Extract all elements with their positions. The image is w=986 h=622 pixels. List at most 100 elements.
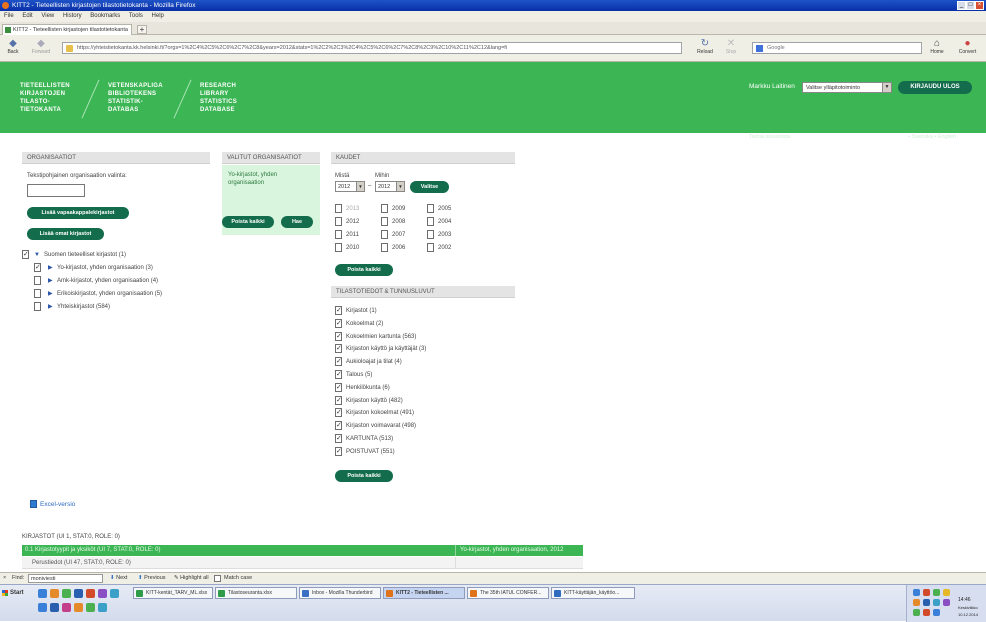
statistic-checkbox[interactable]: ✓	[335, 434, 342, 443]
remove-all-organisations-button[interactable]: Poista kaikki	[222, 216, 274, 228]
tray-icon[interactable]	[923, 599, 930, 606]
taskbar-window-button[interactable]: Inbox - Mozilla Thunderbird	[299, 587, 381, 599]
taskbar-window-button[interactable]: KITT-kentät_TARV_ML.xlsx	[133, 587, 213, 599]
brand-finnish[interactable]: TIETEELLISTEN KIRJASTOJEN TILASTO- TIETO…	[20, 82, 70, 114]
tray-icon[interactable]	[913, 589, 920, 596]
quicklaunch-icon[interactable]	[74, 603, 83, 612]
quicklaunch-icon[interactable]	[86, 589, 95, 598]
logout-button[interactable]: KIRJAUDU ULOS	[898, 81, 972, 94]
tree-item-checkbox[interactable]: ✓	[34, 263, 41, 272]
statistic-checkbox[interactable]: ✓	[335, 306, 342, 315]
tray-icon[interactable]	[923, 609, 930, 616]
reload-button[interactable]: ↻ Reload	[694, 38, 716, 58]
year-checkbox[interactable]	[427, 204, 434, 213]
quicklaunch-icon[interactable]	[62, 603, 71, 612]
back-button[interactable]: ◆ Back	[2, 38, 24, 58]
menu-help[interactable]: Help	[152, 13, 164, 19]
selected-organisation-item[interactable]: Yo-kirjastot, yhden organisaation	[228, 171, 288, 187]
tree-root-checkbox[interactable]: ✓	[22, 250, 29, 259]
quicklaunch-icon[interactable]	[38, 589, 47, 598]
find-previous-button[interactable]: ⬆ Previous	[138, 573, 166, 584]
highlight-all-button[interactable]: ✎ Highlight all	[174, 573, 209, 584]
menu-bookmarks[interactable]: Bookmarks	[90, 13, 120, 19]
search-button[interactable]: Hae	[281, 216, 313, 228]
match-case-checkbox[interactable]	[214, 575, 221, 582]
taskbar-window-button[interactable]: KITT-käyttäjän_käyttöo...	[551, 587, 635, 599]
year-checkbox[interactable]	[427, 230, 434, 239]
url-bar[interactable]: https://yhteistietokanta.kk.helsinki.fi/…	[62, 42, 682, 54]
year-checkbox[interactable]	[335, 230, 342, 239]
to-year-select[interactable]: 2012 ▼	[375, 181, 405, 192]
add-deposit-libraries-button[interactable]: Lisää vapaakappalekirjastot	[27, 207, 129, 219]
menu-history[interactable]: History	[63, 13, 82, 19]
statistic-checkbox[interactable]: ✓	[335, 357, 342, 367]
statistic-checkbox[interactable]: ✓	[335, 344, 342, 354]
organisation-filter-input[interactable]	[27, 184, 85, 197]
about-link[interactable]: Tietoa sivustosta	[749, 134, 790, 140]
lang-sv[interactable]: Svenska	[912, 134, 933, 140]
new-tab-button[interactable]: +	[137, 25, 147, 34]
lang-en[interactable]: English	[938, 134, 956, 140]
year-checkbox[interactable]	[381, 204, 388, 213]
quicklaunch-icon[interactable]	[62, 589, 71, 598]
quicklaunch-icon[interactable]	[86, 603, 95, 612]
select-period-button[interactable]: Valitse	[410, 181, 449, 193]
quicklaunch-icon[interactable]	[98, 603, 107, 612]
lang-fi[interactable]: Suomi	[890, 134, 907, 140]
tray-icon[interactable]	[933, 609, 940, 616]
statistic-checkbox[interactable]: ✓	[335, 421, 342, 431]
year-checkbox[interactable]	[335, 204, 342, 213]
stop-button[interactable]: ✕ Stop	[720, 38, 742, 58]
expand-right-icon[interactable]: ▶	[48, 303, 53, 311]
remove-all-statistics-button[interactable]: Poista kaikki	[335, 470, 393, 482]
taskbar-window-button[interactable]: KITT2 - Tieteellisten ...	[383, 587, 465, 599]
taskbar-window-button[interactable]: The 35th IATUL CONFER...	[467, 587, 549, 599]
year-checkbox[interactable]	[381, 217, 388, 226]
maximize-button[interactable]: □	[966, 1, 975, 10]
year-checkbox[interactable]	[381, 243, 388, 252]
tree-item-checkbox[interactable]	[34, 289, 41, 298]
excel-version-link[interactable]: Excel-versio	[40, 501, 75, 509]
home-button[interactable]: ⌂ Home	[926, 38, 948, 58]
find-input[interactable]: moniviesti	[28, 574, 103, 583]
year-checkbox[interactable]	[335, 217, 342, 226]
close-button[interactable]: ×	[975, 1, 984, 10]
tree-item-checkbox[interactable]	[34, 302, 41, 311]
browser-tab[interactable]: KITT2 - Tieteellisten kirjastojen tilast…	[2, 24, 132, 35]
tray-icon[interactable]	[943, 589, 950, 596]
quicklaunch-icon[interactable]	[38, 603, 47, 612]
menu-tools[interactable]: Tools	[129, 13, 143, 19]
quicklaunch-icon[interactable]	[98, 589, 107, 598]
expand-right-icon[interactable]: ▶	[48, 290, 53, 298]
find-next-button[interactable]: ⬇ Next	[110, 573, 127, 584]
year-checkbox[interactable]	[335, 243, 342, 252]
expand-right-icon[interactable]: ▶	[48, 277, 53, 285]
remove-all-periods-button[interactable]: Poista kaikki	[335, 264, 393, 276]
search-input[interactable]: Google	[752, 42, 922, 54]
statistic-checkbox[interactable]: ✓	[335, 395, 342, 405]
tray-icon[interactable]	[923, 589, 930, 596]
brand-english[interactable]: RESEARCH LIBRARY STATISTICS DATABASE	[200, 82, 237, 114]
from-year-select[interactable]: 2012 ▼	[335, 181, 365, 192]
expand-down-icon[interactable]: ▼	[34, 251, 40, 259]
convert-button[interactable]: ● Convert	[951, 38, 984, 58]
close-find-icon[interactable]: ×	[3, 573, 6, 584]
statistic-checkbox[interactable]: ✓	[335, 446, 342, 456]
statistic-checkbox[interactable]: ✓	[335, 408, 342, 418]
statistic-checkbox[interactable]: ✓	[335, 370, 342, 379]
tray-icon[interactable]	[933, 589, 940, 596]
role-select[interactable]: Valitse ylläpitotoiminto ▼	[802, 82, 892, 93]
start-button[interactable]: Start	[1, 587, 33, 599]
add-own-libraries-button[interactable]: Lisää omat kirjastot	[27, 228, 104, 240]
statistic-checkbox[interactable]: ✓	[335, 318, 342, 328]
menu-view[interactable]: View	[41, 13, 54, 19]
statistic-checkbox[interactable]: ✓	[335, 382, 342, 392]
minimize-button[interactable]: _	[957, 1, 966, 10]
tree-item-checkbox[interactable]	[34, 276, 41, 285]
quicklaunch-icon[interactable]	[50, 603, 59, 612]
year-checkbox[interactable]	[381, 230, 388, 239]
menu-file[interactable]: File	[4, 13, 14, 19]
expand-right-icon[interactable]: ▶	[48, 264, 53, 272]
taskbar-window-button[interactable]: Tilastoseuranta.xlsx	[215, 587, 297, 599]
year-checkbox[interactable]	[427, 217, 434, 226]
